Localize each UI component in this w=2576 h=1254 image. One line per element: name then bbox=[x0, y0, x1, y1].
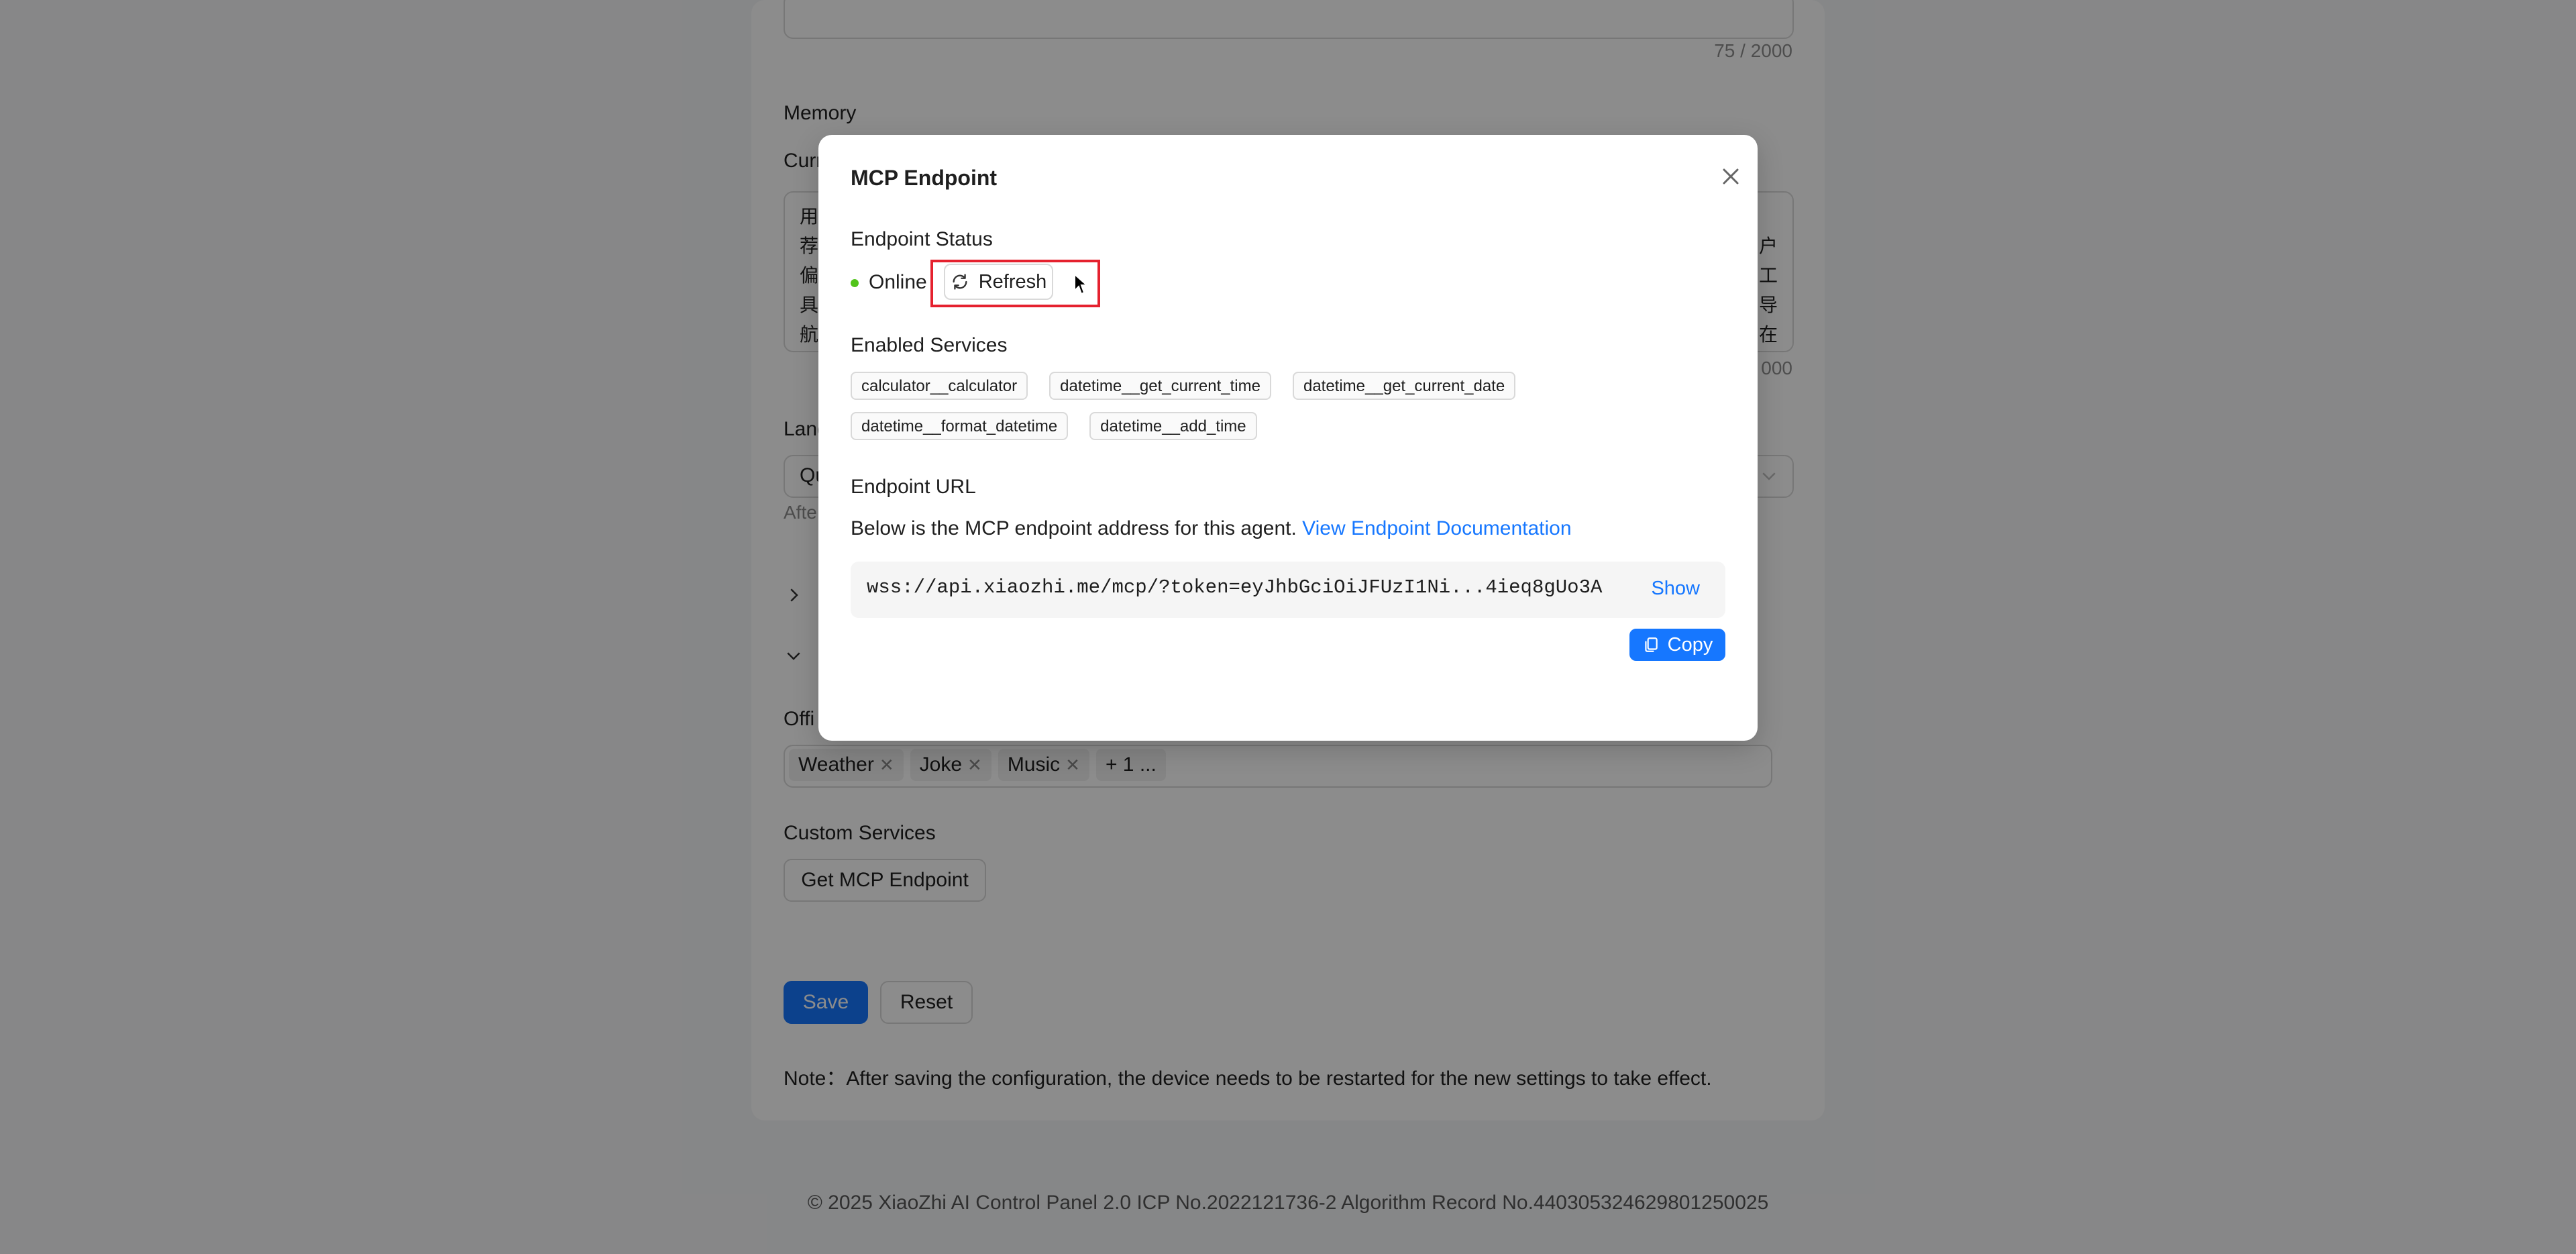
copy-button[interactable]: Copy bbox=[1629, 629, 1725, 661]
endpoint-url-value: wss://api.xiaozhi.me/mcp/?token=eyJhbGci… bbox=[867, 576, 1603, 598]
view-documentation-link[interactable]: View Endpoint Documentation bbox=[1302, 517, 1571, 539]
online-status-text: Online bbox=[869, 271, 927, 293]
service-tag: datetime__add_time bbox=[1089, 412, 1257, 440]
copy-icon bbox=[1642, 636, 1660, 654]
show-token-link[interactable]: Show bbox=[1651, 578, 1700, 600]
endpoint-url-label: Endpoint URL bbox=[851, 476, 976, 498]
service-tag: calculator__calculator bbox=[851, 372, 1028, 400]
endpoint-status-label: Endpoint Status bbox=[851, 228, 993, 250]
services-row-1: calculator__calculator datetime__get_curr… bbox=[851, 372, 1537, 400]
endpoint-url-box: wss://api.xiaozhi.me/mcp/?token=eyJhbGci… bbox=[851, 562, 1725, 618]
service-tag: datetime__get_current_time bbox=[1049, 372, 1271, 400]
mcp-endpoint-modal: MCP Endpoint Endpoint Status Online Refr… bbox=[818, 135, 1758, 741]
copy-label: Copy bbox=[1667, 633, 1713, 656]
refresh-highlight-box bbox=[930, 260, 1100, 307]
service-tag: datetime__format_datetime bbox=[851, 412, 1069, 440]
online-status-dot bbox=[851, 279, 859, 287]
close-icon[interactable] bbox=[1713, 159, 1748, 194]
enabled-services-label: Enabled Services bbox=[851, 334, 1008, 356]
service-tag: datetime__get_current_date bbox=[1292, 372, 1516, 400]
modal-title: MCP Endpoint bbox=[851, 166, 998, 190]
endpoint-url-description: Below is the MCP endpoint address for th… bbox=[851, 517, 1572, 539]
services-row-2: datetime__format_datetime datetime__add_t… bbox=[851, 412, 1279, 440]
